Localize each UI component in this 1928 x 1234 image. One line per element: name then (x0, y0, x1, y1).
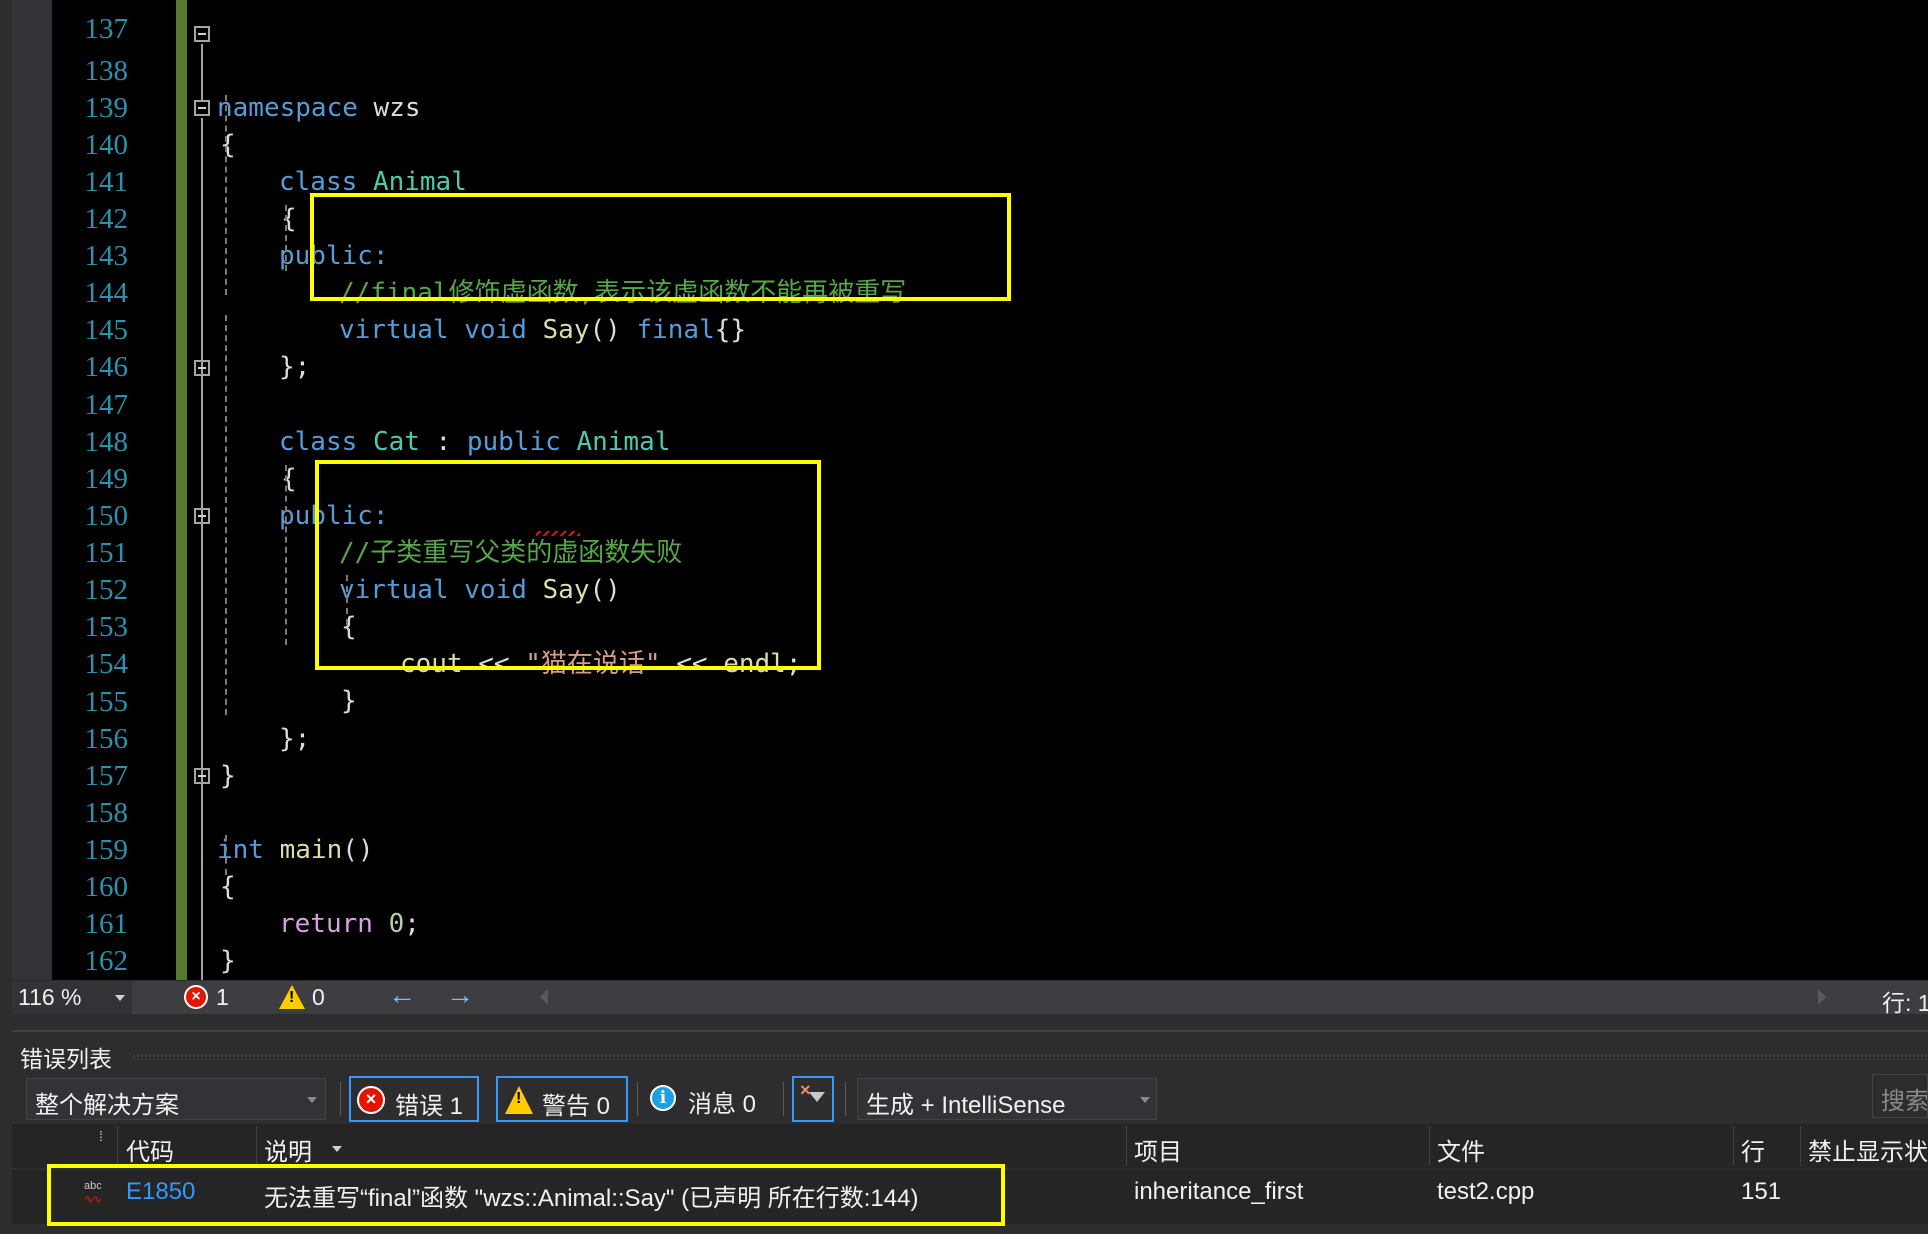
column-separator[interactable] (1800, 1126, 1801, 1166)
column-header-description[interactable]: 说明 (264, 1132, 312, 1167)
code-line: 140 class Animal (0, 90, 1928, 197)
sort-desc-icon (332, 1146, 342, 1152)
error-icon: × (357, 1086, 385, 1114)
source-dropdown[interactable]: 生成 + IntelliSense (857, 1078, 1157, 1120)
scope-value: 整个解决方案 (35, 1092, 179, 1119)
code-line: 147 class Cat : public Animal (0, 350, 1928, 457)
toolbar-separator (637, 1082, 638, 1116)
column-header-file[interactable]: 文件 (1437, 1132, 1485, 1167)
code-line: 159 { (0, 795, 1928, 902)
column-separator[interactable] (117, 1126, 118, 1166)
filter-toggle-button[interactable]: × (792, 1076, 834, 1122)
scroll-right-icon[interactable] (1818, 989, 1826, 1005)
errors-filter-button[interactable]: × 错误 1 (349, 1076, 479, 1122)
column-separator[interactable] (1429, 1126, 1430, 1166)
highlight-box-error (47, 1164, 1005, 1226)
messages-filter-label: 消息 0 (688, 1091, 757, 1118)
code-line: 154 } (0, 609, 1928, 716)
code-editor[interactable]: 137 138 namespace wzs 139 { 140 class An… (0, 0, 1928, 980)
collapse-icon[interactable] (194, 100, 210, 116)
collapse-icon[interactable] (194, 508, 210, 524)
scope-dropdown[interactable]: 整个解决方案 (26, 1078, 326, 1120)
warnings-filter-label: 警告 0 (542, 1093, 611, 1120)
column-separator[interactable] (1126, 1126, 1127, 1166)
error-icon[interactable]: × (184, 985, 208, 1009)
code-line: 149 public: (0, 424, 1928, 531)
column-header-suppression[interactable]: 禁止显示状 (1808, 1132, 1928, 1167)
code-line: 155 }; (0, 647, 1928, 754)
info-icon: i (650, 1085, 676, 1111)
column-header-code[interactable]: 代码 (126, 1132, 174, 1167)
code-line: 148 { (0, 387, 1928, 494)
errors-filter-label: 错误 1 (395, 1093, 464, 1120)
column-header-line[interactable]: 行 (1741, 1132, 1765, 1167)
search-input[interactable]: 搜索 (1872, 1074, 1928, 1118)
forward-arrow-icon[interactable]: → (446, 979, 474, 1011)
collapse-icon[interactable] (194, 360, 210, 376)
editor-status-bar: 116 % × 1 0 ← → 行: 1 (12, 979, 1928, 1016)
highlight-box-cat (315, 460, 821, 670)
column-separator[interactable] (256, 1126, 257, 1166)
search-placeholder: 搜索 (1881, 1088, 1928, 1115)
code-line: 162 (0, 906, 1928, 977)
column-separator[interactable] (1733, 1126, 1734, 1166)
code-line: 156 } (0, 684, 1928, 791)
source-value: 生成 + IntelliSense (866, 1092, 1066, 1119)
back-arrow-icon[interactable]: ← (388, 979, 416, 1011)
error-project: inheritance_first (1134, 1178, 1304, 1205)
collapse-icon[interactable] (194, 768, 210, 784)
code-line: 137 (0, 0, 1928, 45)
chevron-down-icon (1140, 1097, 1150, 1103)
zoom-dropdown[interactable]: 116 % (12, 981, 132, 1014)
code-line: 153 cout << "猫在说话" << endl; (0, 572, 1928, 679)
warning-icon[interactable] (279, 985, 305, 1009)
code-line: 158 int main() (0, 758, 1928, 865)
code-line: 160 return 0; (0, 832, 1928, 939)
panel-title: 错误列表 (20, 1046, 112, 1072)
code-line: 150 //子类重写父类的虚函数失败 (0, 461, 1928, 568)
code-line: 157 (0, 721, 1928, 792)
messages-filter-button[interactable]: i 消息 0 (646, 1076, 776, 1122)
chevron-down-icon (307, 1097, 317, 1103)
toolbar-separator (340, 1082, 341, 1116)
error-count[interactable]: 1 (216, 984, 229, 1011)
code-line: 139 { (0, 53, 1928, 160)
column-chooser-icon[interactable]: ⁞ (99, 1128, 103, 1144)
code-line: 161 } (0, 869, 1928, 976)
warnings-filter-button[interactable]: 警告 0 (496, 1076, 628, 1122)
collapse-icon[interactable] (194, 26, 210, 42)
error-line: 151 (1741, 1178, 1782, 1205)
zoom-level: 116 % (18, 984, 82, 1010)
code-line: 145 }; (0, 275, 1928, 382)
error-file: test2.cpp (1437, 1178, 1535, 1205)
panel-grip[interactable] (132, 1054, 1928, 1060)
code-line: 152 { (0, 535, 1928, 642)
toolbar-separator (845, 1082, 846, 1116)
warning-count[interactable]: 0 (312, 984, 325, 1011)
cursor-position: 行: 1 (1882, 990, 1928, 1016)
column-header-project[interactable]: 项目 (1134, 1132, 1182, 1167)
code-line: 151 virtual void Say() (0, 498, 1928, 605)
code-line: 163 (0, 943, 1928, 980)
chevron-down-icon (115, 995, 125, 1001)
scroll-left-icon[interactable] (540, 989, 548, 1005)
filter-icon (809, 1092, 825, 1102)
code-line: 138 namespace wzs (0, 16, 1928, 123)
code-line: 141 { (0, 127, 1928, 234)
toolbar-separator (783, 1082, 784, 1116)
code-line: 146 (0, 312, 1928, 383)
warning-icon (505, 1086, 533, 1114)
